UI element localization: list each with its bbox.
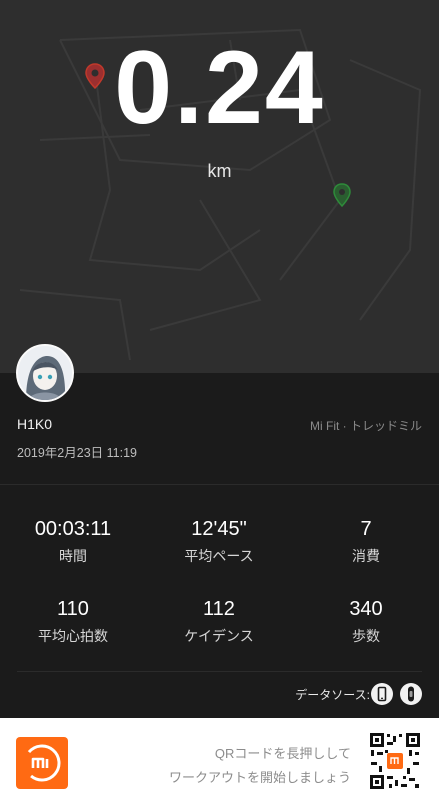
avatar[interactable]: [16, 344, 74, 402]
divider: [17, 671, 422, 672]
stat-avg-pace: 12'45" 平均ペース: [146, 515, 292, 566]
phone-icon[interactable]: [371, 683, 393, 705]
stat-avg-heart-rate: 110 平均心拍数: [0, 595, 146, 646]
share-footer: QRコードを長押しして ワークアウトを開始しましょう: [0, 718, 439, 807]
stat-value: 7: [360, 518, 372, 540]
qr-hint-line2: ワークアウトを開始しましょう: [168, 770, 351, 785]
workout-datetime: 2019年2月23日 11:19: [17, 446, 137, 460]
distance-value: 0.24: [114, 30, 325, 146]
stat-calories: 7 消費: [293, 515, 439, 566]
workout-source: Mi Fit · トレッドミル: [310, 419, 422, 433]
stat-value: 12'45": [191, 518, 247, 540]
username: H1K0: [17, 416, 53, 432]
data-source-label: データソース:: [295, 688, 370, 702]
stat-label: 時間: [59, 548, 87, 564]
stat-label: 平均ペース: [184, 548, 254, 564]
qr-code[interactable]: [369, 732, 421, 790]
route-map: 0.24 km: [0, 0, 439, 373]
mi-logo-icon: [16, 737, 68, 789]
end-pin-icon: [333, 183, 351, 212]
stat-label: 平均心拍数: [38, 628, 108, 644]
distance-unit: km: [207, 161, 232, 181]
avatar-image: [18, 346, 72, 400]
stat-steps: 340 歩数: [293, 595, 439, 646]
stat-label: 歩数: [352, 628, 380, 644]
stat-label: ケイデンス: [184, 628, 254, 644]
band-icon[interactable]: [400, 683, 422, 705]
stat-value: 340: [349, 598, 383, 620]
stat-value: 00:03:11: [34, 518, 112, 540]
qr-hint-line1: QRコードを長押しして: [214, 746, 351, 761]
stat-duration: 00:03:11 時間: [0, 515, 146, 566]
stat-cadence: 112 ケイデンス: [146, 595, 292, 646]
stat-label: 消費: [352, 548, 380, 564]
stat-value: 112: [203, 598, 235, 620]
stat-value: 110: [57, 598, 89, 620]
divider: [0, 484, 439, 485]
